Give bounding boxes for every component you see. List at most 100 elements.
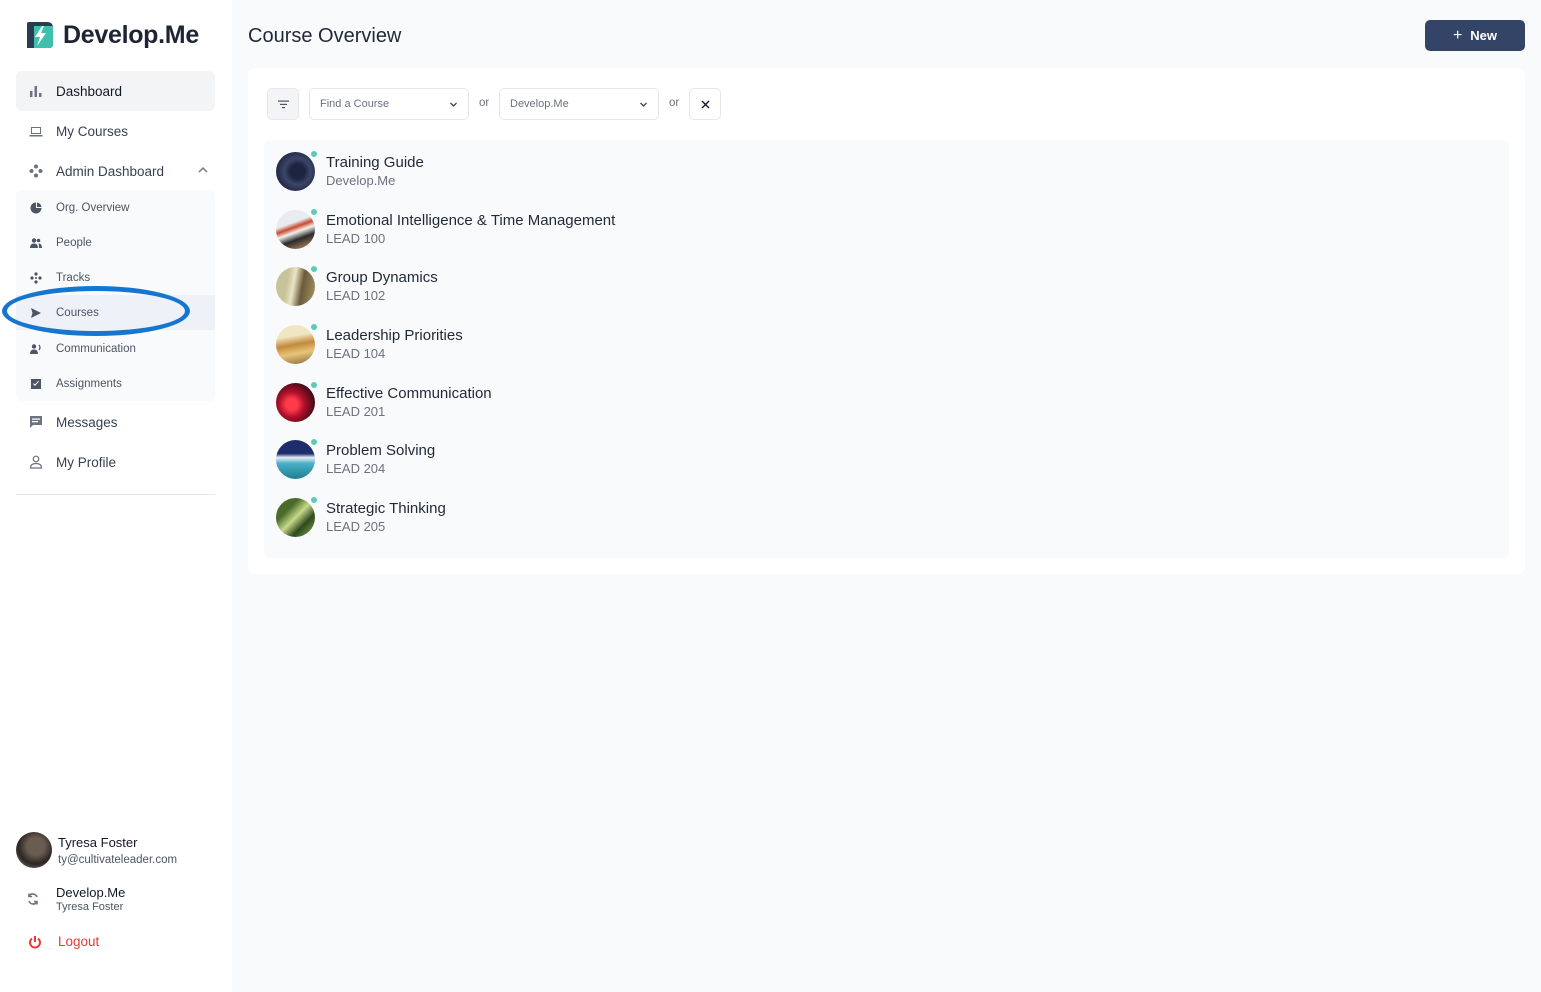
sidebar-item-label: Dashboard [56, 83, 123, 99]
pie-chart-icon [28, 200, 44, 216]
filter-button[interactable] [267, 88, 299, 120]
plus-icon: + [1452, 26, 1463, 44]
org-user: Tyresa Foster [56, 901, 124, 913]
brand-name: Develop.Me [63, 20, 199, 49]
status-dot [311, 208, 317, 215]
logout-label: Logout [58, 934, 100, 949]
course-title: Problem Solving [326, 442, 436, 459]
course-title: Leadership Priorities [326, 327, 463, 344]
course-item-emotional-intelligence[interactable]: Emotional Intelligence & Time Management… [276, 204, 615, 254]
course-code: LEAD 100 [326, 231, 386, 246]
organization-value: Develop.Me [510, 98, 569, 110]
clear-filters-button[interactable] [689, 88, 721, 120]
person-icon [28, 454, 44, 470]
course-code: LEAD 104 [326, 346, 386, 361]
course-code: LEAD 102 [326, 288, 386, 303]
logout-button[interactable]: Logout [28, 934, 99, 949]
course-code: LEAD 204 [326, 461, 386, 476]
course-thumbnail [276, 265, 317, 306]
course-thumbnail [276, 496, 317, 537]
user-email: ty@cultivateleader.com [58, 853, 178, 866]
find-course-select[interactable]: Find a Course [309, 88, 469, 120]
sidebar-item-label: Communication [56, 342, 136, 355]
course-title: Group Dynamics [326, 269, 438, 286]
megaphone-icon [28, 341, 44, 357]
course-image [276, 382, 315, 422]
sidebar-item-org-overview[interactable]: Org. Overview [16, 190, 215, 225]
sidebar-item-label: My Courses [56, 123, 129, 139]
sidebar-item-tracks[interactable]: Tracks [16, 260, 215, 295]
sidebar-divider [16, 494, 215, 495]
course-image [276, 151, 315, 191]
sidebar-item-my-profile[interactable]: My Profile [16, 442, 215, 482]
avatar [16, 832, 52, 868]
checkbox-icon [28, 376, 44, 392]
sidebar-item-label: Admin Dashboard [56, 163, 165, 179]
course-code: LEAD 201 [326, 404, 386, 419]
sidebar: Develop.Me Dashboard My Courses Admin Da… [0, 0, 232, 992]
course-thumbnail [276, 208, 317, 249]
sidebar-item-label: Assignments [56, 377, 122, 390]
message-icon [28, 414, 44, 430]
find-course-placeholder: Find a Course [320, 98, 390, 110]
switch-org-icon [28, 893, 38, 905]
tracks-icon [28, 270, 44, 286]
course-thumbnail [276, 438, 317, 479]
laptop-icon [28, 123, 44, 139]
status-dot [311, 265, 317, 272]
course-title: Training Guide [326, 154, 424, 171]
close-icon [701, 100, 709, 108]
sidebar-item-communication[interactable]: Communication [16, 331, 215, 366]
page-title: Course Overview [248, 25, 402, 47]
brand-logo-link[interactable]: Develop.Me [25, 20, 199, 50]
sidebar-item-admin-dashboard[interactable]: Admin Dashboard [16, 151, 215, 191]
lightning-logo-icon [27, 22, 53, 48]
course-image [276, 324, 315, 364]
course-title: Emotional Intelligence & Time Management [326, 212, 616, 229]
status-dot [311, 496, 317, 503]
sidebar-item-my-courses[interactable]: My Courses [16, 111, 215, 151]
sidebar-item-assignments[interactable]: Assignments [16, 366, 215, 401]
user-name: Tyresa Foster [58, 834, 138, 850]
status-dot [311, 381, 317, 388]
course-item-strategic-thinking[interactable]: Strategic Thinking LEAD 205 [276, 492, 446, 542]
sidebar-item-people[interactable]: People [16, 225, 215, 260]
or-label: or [479, 97, 490, 109]
filter-icon [277, 100, 289, 108]
course-title: Effective Communication [326, 385, 492, 402]
bar-chart-icon [28, 83, 44, 99]
sidebar-item-messages[interactable]: Messages [16, 402, 215, 442]
sidebar-item-dashboard[interactable]: Dashboard [16, 71, 215, 111]
course-title: Strategic Thinking [326, 500, 446, 517]
chevron-up-icon[interactable] [197, 164, 209, 176]
org-switcher[interactable]: Develop.Me Tyresa Foster [26, 885, 125, 913]
send-icon [28, 305, 44, 321]
course-code: Develop.Me [326, 173, 396, 188]
chevron-down-icon [450, 102, 457, 107]
network-icon [28, 163, 44, 179]
course-list: Training Guide Develop.Me Emotional Inte… [264, 140, 1509, 558]
course-image [276, 266, 315, 306]
org-name: Develop.Me [56, 885, 126, 900]
admin-subnav: Org. Overview People Tracks Courses Comm… [16, 190, 215, 401]
course-item-leadership-priorities[interactable]: Leadership Priorities LEAD 104 [276, 319, 463, 369]
course-item-training-guide[interactable]: Training Guide Develop.Me [276, 146, 424, 196]
status-dot [311, 438, 317, 445]
course-thumbnail [276, 150, 317, 191]
course-code: LEAD 205 [326, 519, 386, 534]
status-dot [311, 323, 317, 330]
organization-select[interactable]: Develop.Me [499, 88, 659, 120]
new-course-button[interactable]: + New [1425, 20, 1525, 51]
course-image [276, 497, 315, 537]
course-image [276, 439, 315, 479]
course-item-problem-solving[interactable]: Problem Solving LEAD 204 [276, 434, 435, 484]
people-icon [28, 235, 44, 251]
course-item-effective-communication[interactable]: Effective Communication LEAD 201 [276, 377, 492, 427]
power-icon [29, 935, 41, 948]
user-card[interactable]: Tyresa Foster ty@cultivateleader.com [16, 832, 177, 868]
sidebar-item-label: Org. Overview [56, 201, 130, 214]
course-thumbnail [276, 381, 317, 422]
sidebar-item-courses[interactable]: Courses [16, 295, 215, 330]
course-item-group-dynamics[interactable]: Group Dynamics LEAD 102 [276, 261, 438, 311]
course-image [276, 209, 315, 249]
